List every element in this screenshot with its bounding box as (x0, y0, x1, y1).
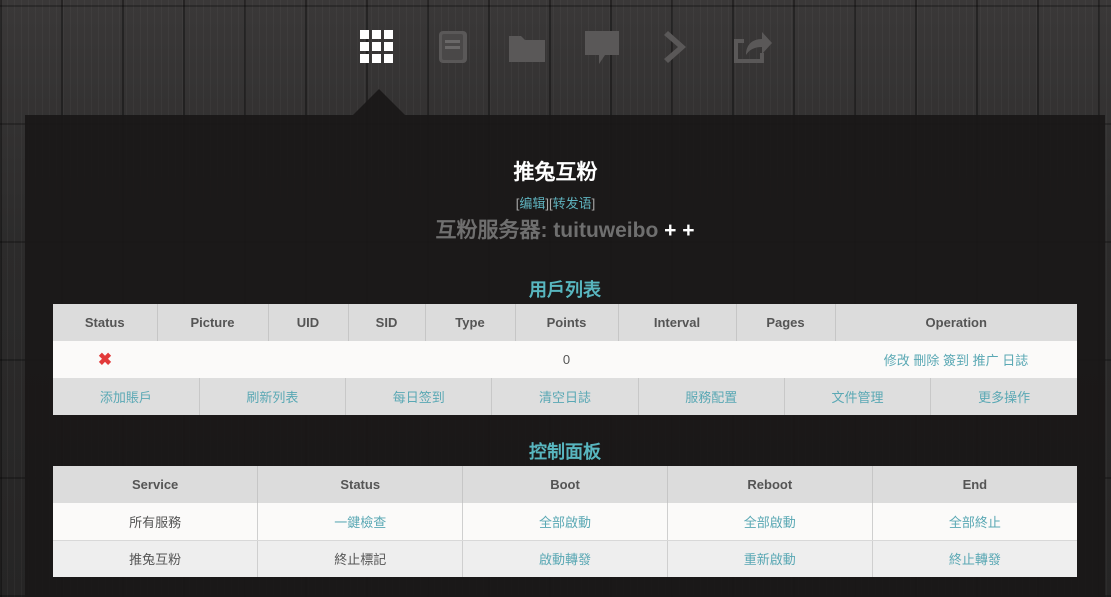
more-actions-button[interactable]: 更多操作 (930, 378, 1077, 415)
share-icon[interactable] (732, 27, 772, 67)
top-nav (0, 0, 1111, 90)
server-label: 互粉服务器: tuituweibo + + (0, 214, 1111, 244)
cell-picture (157, 341, 268, 378)
stop-forward-button[interactable]: 終止轉發 (872, 540, 1077, 577)
col-uid: UID (268, 304, 349, 341)
checkin-user-link[interactable]: 簽到 (943, 353, 969, 368)
grid-icon[interactable] (357, 27, 397, 67)
check-all-button[interactable]: 一鍵檢查 (257, 503, 464, 541)
chevron-right-icon[interactable] (657, 27, 697, 67)
table-row: 所有服務 一鍵檢查 全部啟動 全部啟動 全部終止 (53, 503, 1077, 541)
table-row: 推兔互粉 終止標記 啟動轉發 重新啟動 終止轉發 (53, 540, 1077, 577)
cell-pages (736, 341, 835, 378)
cell-interval (618, 341, 736, 378)
service-name: 推兔互粉 (53, 540, 259, 577)
service-status: 終止標記 (257, 540, 464, 577)
end-all-button[interactable]: 全部終止 (872, 503, 1077, 541)
promote-user-link[interactable]: 推广 (973, 353, 999, 368)
delete-user-link[interactable]: 刪除 (913, 353, 939, 368)
service-config-button[interactable]: 服務配置 (638, 378, 785, 415)
reboot-all-button[interactable]: 全部啟動 (667, 503, 873, 541)
col-picture: Picture (157, 304, 269, 341)
cell-uid (268, 341, 348, 378)
server-name: 互粉服务器: tuituweibo (435, 219, 659, 242)
col-status: Status (53, 304, 158, 341)
folder-icon[interactable] (507, 27, 547, 67)
service-name: 所有服務 (53, 503, 259, 541)
cell-points: 0 (515, 341, 618, 378)
start-forward-button[interactable]: 啟動轉發 (462, 540, 668, 577)
book-icon[interactable] (433, 27, 473, 67)
col-status: Status (257, 466, 464, 503)
user-list-heading: 用戶列表 (529, 280, 601, 300)
col-interval: Interval (618, 304, 737, 341)
user-table: Status Picture UID SID Type Points Inter… (53, 304, 1077, 378)
col-boot: Boot (462, 466, 668, 503)
control-table-header: Service Status Boot Reboot End (53, 466, 1077, 503)
cell-operation: 修改 刪除 簽到 推广 日誌 (835, 341, 1077, 378)
file-manager-button[interactable]: 文件管理 (784, 378, 932, 415)
error-icon: ✖ (97, 349, 113, 369)
user-actions-bar: 添加賬戶 刷新列表 每日签到 清空日誌 服務配置 文件管理 更多操作 (53, 378, 1077, 415)
col-type: Type (425, 304, 516, 341)
col-sid: SID (348, 304, 426, 341)
cell-type (425, 341, 515, 378)
boot-all-button[interactable]: 全部啟動 (462, 503, 668, 541)
edit-link[interactable]: 编辑 (519, 196, 545, 211)
cell-sid (348, 341, 425, 378)
col-reboot: Reboot (667, 466, 873, 503)
col-points: Points (515, 304, 619, 341)
user-table-header: Status Picture UID SID Type Points Inter… (53, 304, 1077, 341)
forward-text-link[interactable]: 转发语 (553, 196, 592, 211)
col-pages: Pages (736, 304, 836, 341)
restart-button[interactable]: 重新啟動 (667, 540, 873, 577)
table-row: ✖ 0 修改 刪除 簽到 推广 日誌 (53, 341, 1077, 378)
user-log-link[interactable]: 日誌 (1002, 353, 1028, 368)
clear-log-button[interactable]: 清空日誌 (491, 378, 639, 415)
bracket: ][ (545, 196, 553, 211)
add-server-button[interactable]: + + (664, 219, 694, 242)
col-service: Service (53, 466, 259, 503)
col-operation: Operation (835, 304, 1077, 341)
edit-links: [编辑][转发语] (0, 193, 1111, 212)
daily-checkin-button[interactable]: 每日签到 (345, 378, 493, 415)
control-table: Service Status Boot Reboot End 所有服務 一鍵檢查… (53, 466, 1077, 577)
bracket: ] (591, 196, 596, 211)
comment-icon[interactable] (582, 27, 622, 67)
add-account-button[interactable]: 添加賬戶 (53, 378, 200, 415)
panel-pointer (353, 89, 405, 115)
control-panel-heading: 控制面板 (529, 442, 601, 462)
edit-user-link[interactable]: 修改 (884, 353, 910, 368)
col-end: End (872, 466, 1077, 503)
refresh-list-button[interactable]: 刷新列表 (199, 378, 347, 415)
page-title: 推兔互粉 (513, 161, 598, 184)
